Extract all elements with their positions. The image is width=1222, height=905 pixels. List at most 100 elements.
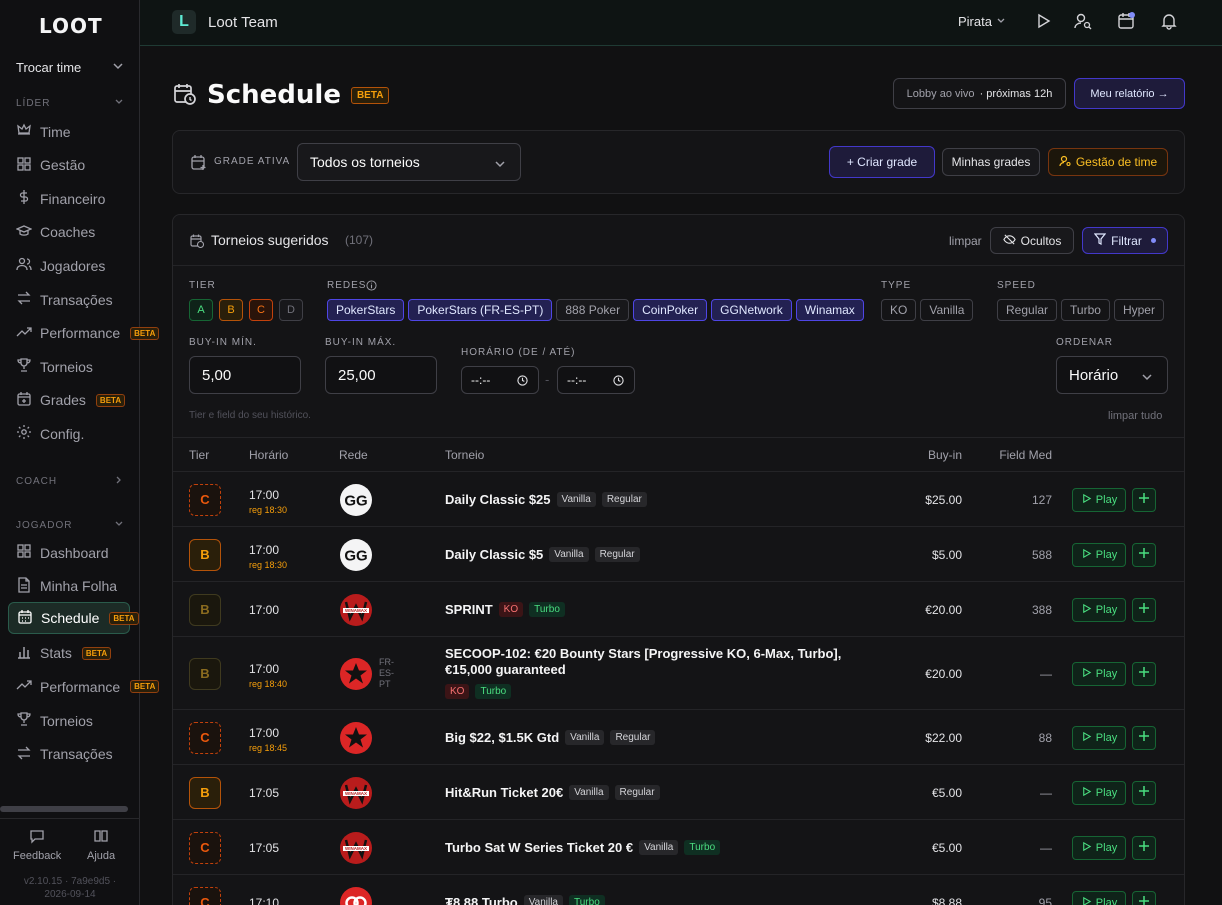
play-button[interactable]: Play	[1072, 597, 1126, 622]
sidebar-item-schedule[interactable]: Schedule BETA	[8, 602, 139, 635]
play-button[interactable]: Play	[1072, 890, 1126, 905]
sidebar-scrollbar[interactable]	[0, 806, 128, 812]
add-to-grade-button[interactable]	[1132, 835, 1156, 860]
sidebar-item-gest-o[interactable]: Gestão	[16, 156, 85, 175]
tournament-name[interactable]: SPRINT KO Turbo	[445, 601, 885, 617]
sidebar-item-financeiro[interactable]: Financeiro	[16, 189, 105, 208]
order-select[interactable]: Horário	[1056, 356, 1168, 394]
col-field[interactable]: Field Med	[973, 448, 1052, 462]
grade-select[interactable]: Todos os torneios	[297, 143, 521, 181]
play-button[interactable]: Play	[1072, 661, 1126, 686]
clear-link[interactable]: limpar	[949, 234, 982, 248]
add-to-grade-button[interactable]	[1132, 487, 1156, 512]
tournament-name[interactable]: Daily Classic $25 Vanilla Regular	[445, 491, 885, 507]
play-button[interactable]: Play	[1072, 725, 1126, 750]
sidebar-item-jogadores[interactable]: Jogadores	[16, 256, 105, 275]
hidden-button[interactable]: Ocultos	[990, 227, 1074, 254]
speed-chip-turbo[interactable]: Turbo	[1061, 299, 1110, 321]
feedback-button[interactable]: Feedback	[13, 828, 61, 862]
tier-chip-d[interactable]: D	[279, 299, 303, 321]
sidebar-item-transa-es[interactable]: Transações	[16, 745, 113, 764]
sidebar-item-transa-es[interactable]: Transações	[16, 290, 113, 309]
network-chip[interactable]: PokerStars (FR-ES-PT)	[408, 299, 553, 321]
speed-chip-hyper[interactable]: Hyper	[1113, 299, 1164, 321]
network-chip[interactable]: CoinPoker	[633, 299, 708, 321]
col-network[interactable]: Rede	[339, 448, 368, 462]
tournament-name[interactable]: Hit&Run Ticket 20€ Vanilla Regular	[445, 784, 885, 800]
add-to-grade-button[interactable]	[1132, 597, 1156, 622]
add-to-grade-button[interactable]	[1132, 542, 1156, 567]
add-to-grade-button[interactable]	[1132, 661, 1156, 686]
my-report-button[interactable]: Meu relatório →	[1074, 78, 1185, 109]
col-tournament[interactable]: Torneio	[445, 448, 484, 462]
user-menu[interactable]: Pirata	[958, 14, 1006, 29]
sidebar-item-config[interactable]: Config.	[16, 424, 84, 443]
svg-text:GG: GG	[344, 547, 367, 564]
play-button[interactable]: Play	[1072, 780, 1126, 805]
col-tier[interactable]: Tier	[189, 448, 209, 462]
play-button[interactable]: Play	[1072, 487, 1126, 512]
col-buyin[interactable]: Buy-in	[873, 448, 962, 462]
order-label: ORDENAR	[1056, 337, 1114, 348]
network-chip[interactable]: GGNetwork	[711, 299, 792, 321]
sidebar-item-torneios[interactable]: Torneios	[16, 711, 93, 730]
calendar-icon[interactable]	[1117, 12, 1135, 30]
network-chip[interactable]: 888 Poker	[556, 299, 630, 321]
team-switch[interactable]: Trocar time	[16, 60, 124, 75]
clear-all-link[interactable]: limpar tudo	[1108, 410, 1162, 422]
network-chip[interactable]: Winamax	[795, 299, 864, 321]
network-chip[interactable]: PokerStars	[327, 299, 405, 321]
team-management-button[interactable]: Gestão de time	[1048, 148, 1168, 176]
play-button[interactable]: Play	[1072, 835, 1126, 860]
buyin-max-input[interactable]: 25,00	[325, 356, 437, 394]
sidebar-item-grades[interactable]: Grades BETA	[16, 391, 126, 410]
tier-chip-c[interactable]: C	[249, 299, 273, 321]
play-button[interactable]: Play	[1072, 542, 1126, 567]
sidebar-item-torneios[interactable]: Torneios	[16, 357, 93, 376]
add-to-grade-button[interactable]	[1132, 890, 1156, 905]
add-to-grade-button[interactable]	[1132, 725, 1156, 750]
sidebar-item-performance[interactable]: Performance BETA	[16, 324, 160, 343]
team-name: Loot Team	[208, 14, 278, 31]
section-coach[interactable]: COACH	[16, 475, 124, 488]
live-lobby-button[interactable]: Lobby ao vivo · próximas 12h	[893, 78, 1066, 109]
network-logo-icon: WINAMAX	[339, 593, 373, 627]
tournament-name[interactable]: Daily Classic $5 Vanilla Regular	[445, 546, 885, 562]
tournament-name[interactable]: ₮8.88 Turbo Vanilla Turbo	[445, 894, 885, 905]
sidebar-item-label: Grades	[40, 392, 86, 409]
section-jogador[interactable]: JOGADOR	[16, 519, 124, 532]
add-to-grade-button[interactable]	[1132, 780, 1156, 805]
speed-chip-regular[interactable]: Regular	[997, 299, 1058, 321]
tournament-tag: Turbo	[475, 684, 512, 699]
info-icon[interactable]	[366, 279, 377, 294]
bell-icon[interactable]	[1160, 12, 1178, 30]
sidebar-item-dashboard[interactable]: Dashboard	[16, 543, 109, 562]
tournament-name[interactable]: Turbo Sat W Series Ticket 20 € Vanilla Tur…	[445, 839, 885, 855]
filter-button[interactable]: Filtrar	[1082, 227, 1168, 254]
tournament-name[interactable]: Big $22, $1.5K Gtd Vanilla Regular	[445, 729, 885, 745]
swap-icon	[16, 745, 32, 764]
type-chip-vanilla[interactable]: Vanilla	[920, 299, 974, 321]
type-chip-ko[interactable]: KO	[881, 299, 917, 321]
my-grades-button[interactable]: Minhas grades	[942, 148, 1040, 176]
sidebar-item-coaches[interactable]: Coaches	[15, 223, 95, 242]
create-grade-button[interactable]: + Criar grade	[829, 146, 935, 178]
tournament-name[interactable]: SECOOP-102: €20 Bounty Stars [Progressiv…	[445, 646, 885, 699]
sidebar-item-time[interactable]: Time	[16, 122, 71, 141]
user-search-icon[interactable]	[1074, 12, 1092, 30]
time-to-input[interactable]: --:--	[557, 366, 635, 394]
tier-chip-a[interactable]: A	[189, 299, 213, 321]
sidebar-item-stats[interactable]: Stats BETA	[16, 644, 112, 663]
section-lider[interactable]: LÍDER	[16, 97, 124, 110]
help-button[interactable]: Ajuda	[87, 828, 115, 862]
play-icon[interactable]	[1034, 12, 1052, 30]
field-value: —	[1040, 785, 1052, 800]
time-from-input[interactable]: --:--	[461, 366, 539, 394]
buyin-min-input[interactable]: 5,00	[189, 356, 301, 394]
book-icon	[93, 828, 109, 847]
sidebar-item-minha-folha[interactable]: Minha Folha	[16, 576, 117, 596]
col-time[interactable]: Horário	[249, 448, 288, 462]
tier-chip-b[interactable]: B	[219, 299, 243, 321]
play-icon	[1081, 786, 1092, 800]
sidebar-item-performance[interactable]: Performance BETA	[16, 677, 160, 696]
